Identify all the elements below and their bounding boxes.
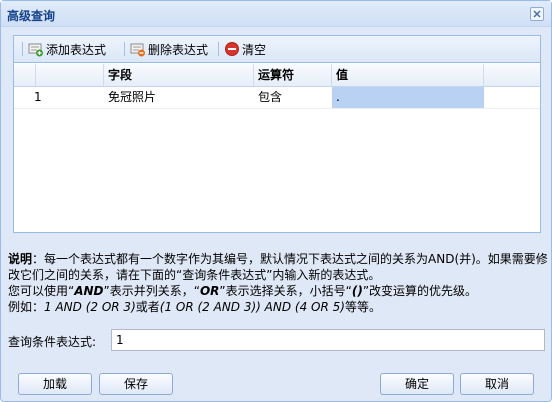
help-line-2: 您可以使用“AND”表示并列关系，“OR”表示选择关系，小括号“()”改变运算的… [8,283,548,299]
help-line3-b: 或者 [135,300,160,314]
header-filler [484,64,540,86]
add-expression-button[interactable]: 添加表达式 [28,41,106,57]
confirm-button[interactable]: 确定 [380,373,454,395]
help-line2-c: ”表示选择关系，小括号“ [219,284,352,298]
window-title: 高级查询 [7,9,56,23]
title-bar[interactable]: 高级查询 [1,1,551,27]
save-button[interactable]: 保存 [99,373,173,395]
table-row[interactable]: 1 免冠照片 包含 . [14,87,540,109]
help-and: AND [74,284,104,298]
help-line2-d: ”改变运算的优先级。 [362,284,478,298]
clear-icon [225,42,239,56]
help-prefix: 说明 [8,252,33,266]
expression-grid-panel: 添加表达式 删除表达式 清空 字段 运算符 值 1 免冠照片 包含 . [13,35,541,233]
grid-toolbar: 添加表达式 删除表达式 清空 [14,36,540,63]
help-line-1: 说明：每一个表达式都有一个数字作为其编号，默认情况下表达式之间的关系为AND(并… [8,251,548,283]
clear-label: 清空 [242,42,267,57]
close-icon[interactable] [530,7,544,21]
grid-header: 字段 运算符 值 [14,64,540,87]
help-line3-a: 例如： [8,300,45,314]
cancel-button[interactable]: 取消 [460,373,534,395]
toolbar-separator [22,42,23,56]
header-operator[interactable]: 运算符 [254,64,332,86]
header-rownum [14,64,36,86]
help-line3-c: 等等。 [344,300,381,314]
help-example-1: 1 AND (2 OR 3) [44,300,136,314]
help-example-2: (1 OR (2 AND 3)) AND (4 OR 5) [159,300,345,314]
add-expression-icon [28,43,43,57]
help-or: OR [199,284,220,298]
help-paren: () [351,284,363,298]
header-field[interactable]: 字段 [104,64,254,86]
help-text: 说明：每一个表达式都有一个数字作为其编号，默认情况下表达式之间的关系为AND(并… [8,251,548,315]
delete-expression-icon [130,43,145,57]
delete-expression-button[interactable]: 删除表达式 [130,41,208,57]
toolbar-separator [218,42,219,56]
help-line1-text: ：每一个表达式都有一个数字作为其编号，默认情况下表达式之间的关系为AND(并)。… [8,252,548,282]
row-index: 1 [34,90,42,104]
expression-input[interactable] [111,329,545,351]
toolbar-separator [124,42,125,56]
help-line2-b: ”表示并列关系，“ [103,284,200,298]
help-line2-a: 您可以使用“ [8,284,75,298]
header-spacer [36,64,104,86]
load-button[interactable]: 加载 [18,373,92,395]
row-operator[interactable]: 包含 [254,87,332,108]
help-line-3: 例如：1 AND (2 OR 3)或者(1 OR (2 AND 3)) AND … [8,299,548,315]
row-value[interactable]: . [332,87,484,108]
row-field[interactable]: 免冠照片 [104,87,254,108]
expression-label: 查询条件表达式: [8,335,97,349]
add-expression-label: 添加表达式 [46,42,107,57]
clear-button[interactable]: 清空 [224,41,266,57]
advanced-query-window: 高级查询 添加表达式 删除表达式 清空 字段 运算符 值 1 免冠照片 包含 .… [0,0,552,402]
header-value[interactable]: 值 [332,64,484,86]
delete-expression-label: 删除表达式 [148,42,209,57]
